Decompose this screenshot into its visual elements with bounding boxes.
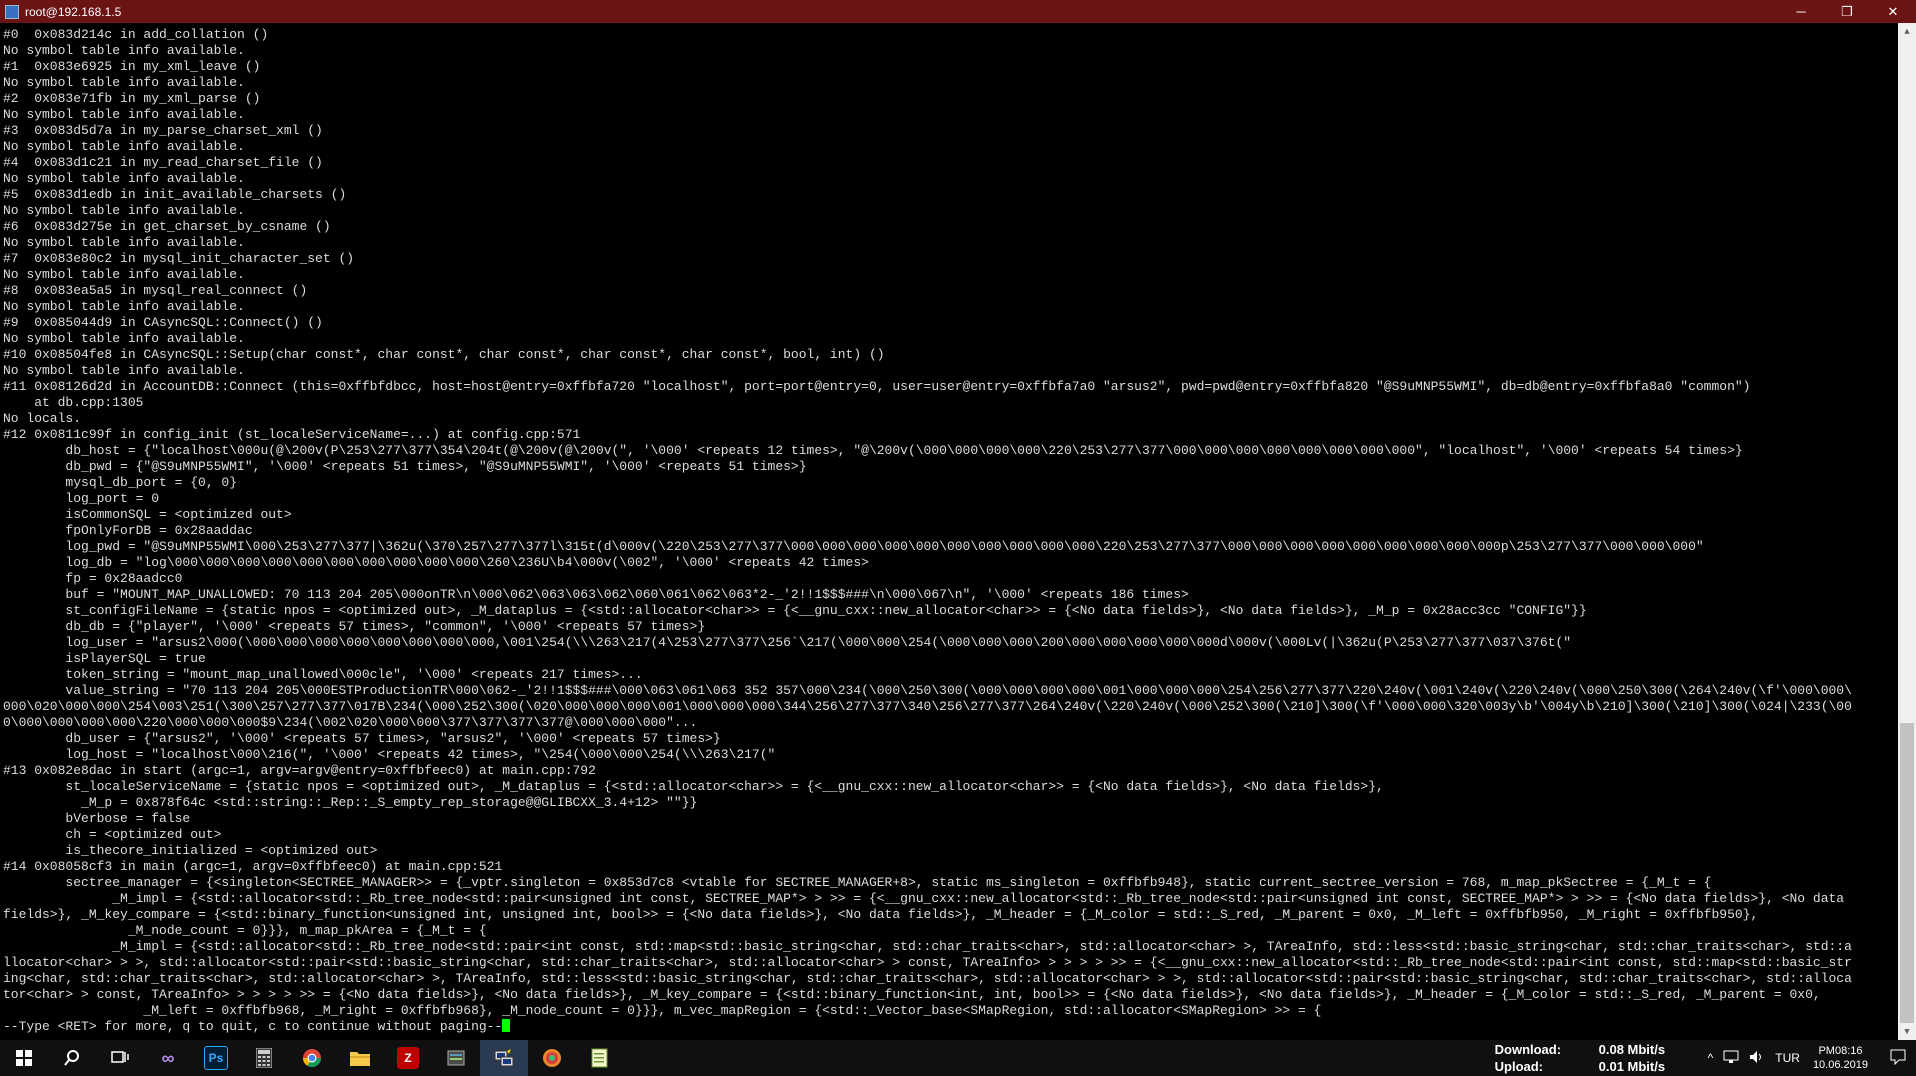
search-icon bbox=[61, 1047, 83, 1069]
taskbar-app-calculator[interactable] bbox=[240, 1040, 288, 1076]
putty-icon bbox=[5, 4, 19, 19]
taskbar-app-colorful[interactable] bbox=[528, 1040, 576, 1076]
taskbar-app-filezilla[interactable]: Z bbox=[384, 1040, 432, 1076]
taskbar-app-photoshop[interactable]: Ps bbox=[192, 1040, 240, 1076]
file-explorer-icon bbox=[349, 1047, 371, 1069]
terminal-output[interactable]: #0 0x083d214c in add_collation () No sym… bbox=[0, 23, 1898, 1040]
network-monitor: Download: Upload: 0.08 Mbit/s 0.01 Mbit/… bbox=[1495, 1041, 1695, 1075]
notification-center-button[interactable] bbox=[1880, 1040, 1916, 1076]
download-value: 0.08 Mbit/s bbox=[1598, 1042, 1666, 1057]
putty-icon bbox=[493, 1047, 515, 1069]
upload-label: Upload: bbox=[1494, 1059, 1544, 1074]
scroll-down-icon[interactable]: ▼ bbox=[1898, 1023, 1916, 1040]
window-titlebar[interactable]: root@192.168.1.5 ─ ❐ ✕ bbox=[0, 0, 1916, 23]
scroll-up-icon[interactable]: ▲ bbox=[1898, 23, 1916, 40]
colorful-app-icon bbox=[541, 1047, 563, 1069]
notepad-plus-plus-icon bbox=[589, 1047, 611, 1069]
terminal-cursor bbox=[502, 1019, 511, 1032]
clock-time: PM08:16 bbox=[1818, 1045, 1863, 1057]
scrollbar-thumb[interactable] bbox=[1900, 723, 1914, 1023]
taskbar-app-putty[interactable] bbox=[480, 1040, 528, 1076]
search-button[interactable] bbox=[48, 1040, 96, 1076]
taskbar-app-chrome[interactable] bbox=[288, 1040, 336, 1076]
notification-icon bbox=[1890, 1049, 1906, 1068]
close-button[interactable]: ✕ bbox=[1870, 0, 1916, 23]
task-view-icon bbox=[109, 1047, 131, 1069]
visual-studio-icon: ∞ bbox=[161, 1047, 175, 1068]
taskbar-app-visual-studio[interactable]: ∞ bbox=[144, 1040, 192, 1076]
upload-value: 0.01 Mbit/s bbox=[1598, 1059, 1666, 1074]
pager-prompt: --Type <RET> for more, q to quit, c to c… bbox=[3, 1019, 503, 1034]
calculator-icon bbox=[253, 1047, 275, 1069]
photoshop-icon: Ps bbox=[204, 1046, 228, 1070]
windows-start-icon bbox=[13, 1047, 35, 1069]
vertical-scrollbar[interactable]: ▲ ▼ bbox=[1898, 23, 1916, 1040]
taskbar-app-generic[interactable] bbox=[432, 1040, 480, 1076]
chrome-icon bbox=[301, 1047, 323, 1069]
chevron-up-icon[interactable]: ^ bbox=[1708, 1051, 1714, 1065]
system-tray: ^ TUR bbox=[1703, 1050, 1805, 1067]
terminal-text: #0 0x083d214c in add_collation () No sym… bbox=[3, 27, 1852, 1018]
clock-date: 10.06.2019 bbox=[1812, 1059, 1868, 1071]
window-title: root@192.168.1.5 bbox=[25, 4, 122, 19]
taskbar-app-notepad-plus-plus[interactable] bbox=[576, 1040, 624, 1076]
filezilla-icon: Z bbox=[397, 1047, 419, 1069]
volume-icon[interactable] bbox=[1749, 1050, 1765, 1067]
taskbar: ∞ Ps Z Download: Upload: 0.08 Mbit/s 0.0… bbox=[0, 1040, 1916, 1076]
taskbar-app-file-explorer[interactable] bbox=[336, 1040, 384, 1076]
download-label: Download: bbox=[1494, 1042, 1562, 1057]
restore-button[interactable]: ❐ bbox=[1824, 0, 1870, 23]
minimize-button[interactable]: ─ bbox=[1778, 0, 1824, 23]
app-icon bbox=[445, 1047, 467, 1069]
language-indicator[interactable]: TUR bbox=[1775, 1051, 1800, 1065]
network-icon[interactable] bbox=[1723, 1050, 1739, 1067]
task-view-button[interactable] bbox=[96, 1040, 144, 1076]
start-button[interactable] bbox=[0, 1040, 48, 1076]
clock[interactable]: PM08:16 10.06.2019 bbox=[1813, 1044, 1868, 1072]
